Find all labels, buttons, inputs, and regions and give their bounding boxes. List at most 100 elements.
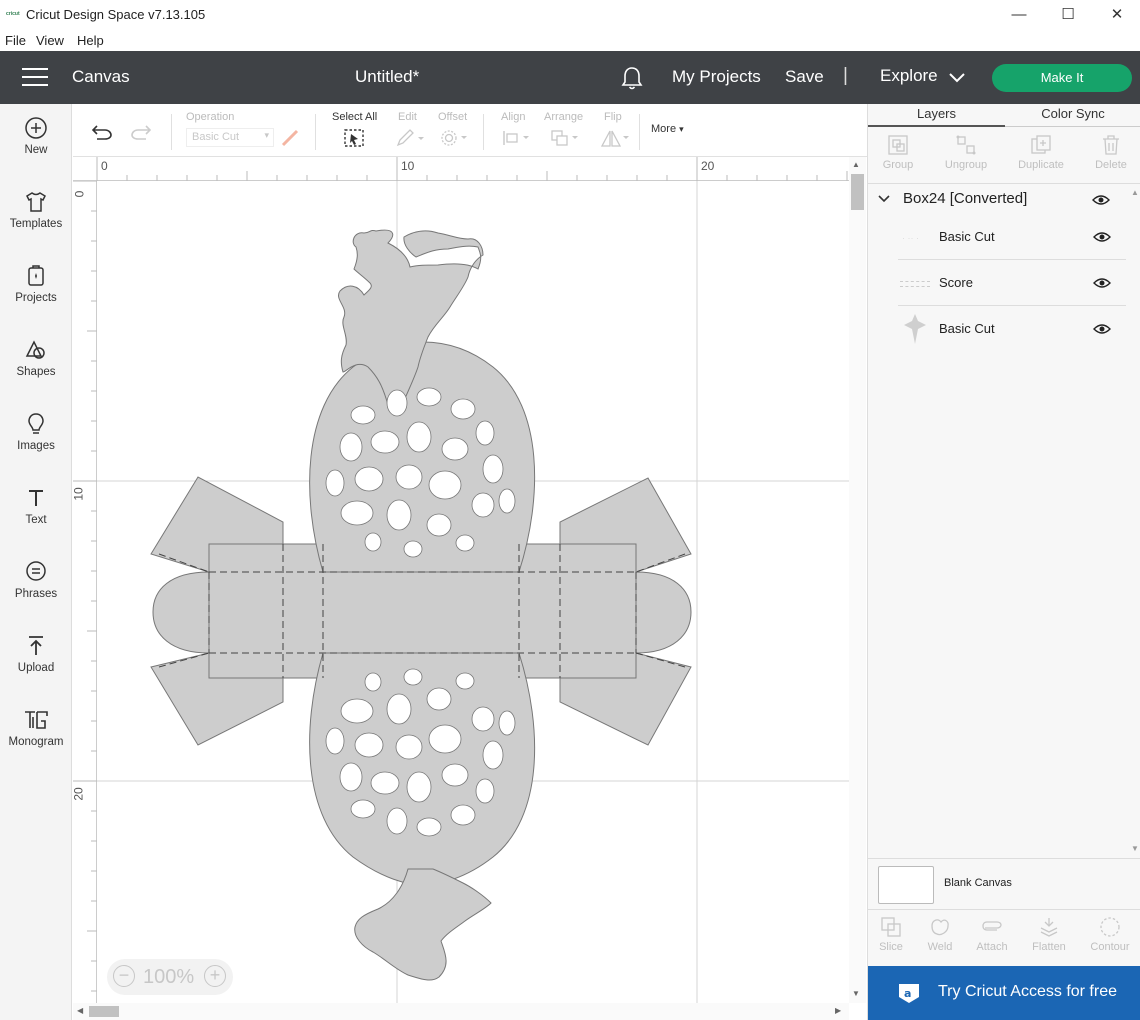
pen-color-icon[interactable]	[280, 128, 300, 148]
sidebar-item-projects[interactable]: Projects	[0, 264, 72, 324]
sidebar-item-images[interactable]: Images	[0, 412, 72, 472]
sidebar-item-new[interactable]: New	[0, 116, 72, 176]
chevron-down-icon[interactable]	[948, 70, 966, 84]
select-all-icon[interactable]	[343, 128, 365, 148]
layers-panel: Layers Color Sync Group Ungroup Duplicat…	[867, 104, 1140, 1020]
canvas-vertical-scrollbar[interactable]: ▲ ▼	[849, 157, 866, 1003]
menu-view[interactable]: View	[36, 33, 64, 48]
sidebar-item-label: Images	[17, 440, 55, 452]
flatten-button[interactable]: Flatten	[1024, 916, 1074, 953]
sidebar-item-label: Monogram	[8, 736, 64, 748]
layer-group-row[interactable]: Box24 [Converted]	[868, 186, 1126, 212]
group-label: Group	[882, 159, 914, 171]
layer-name: Basic Cut	[939, 229, 995, 244]
blank-canvas-label: Blank Canvas	[944, 877, 1012, 889]
app-logo: cricut	[6, 11, 20, 17]
weld-button[interactable]: Weld	[915, 916, 965, 953]
delete-button[interactable]: Delete	[1081, 134, 1140, 171]
toolbar-divider	[315, 114, 316, 150]
scroll-up-arrow-icon[interactable]: ▲	[852, 160, 860, 169]
scroll-right-arrow-icon[interactable]: ▶	[835, 1006, 841, 1015]
close-button[interactable]: ✕	[1094, 4, 1140, 26]
edit-pencil-icon[interactable]	[395, 129, 425, 147]
flip-icon[interactable]	[599, 129, 631, 147]
scroll-thumb[interactable]	[89, 1006, 119, 1017]
layer-thumbnail	[900, 281, 930, 287]
header-divider: |	[843, 65, 848, 86]
eye-icon[interactable]	[1093, 277, 1111, 289]
tab-color-sync[interactable]: Color Sync	[1005, 104, 1140, 127]
layer-row[interactable]: · ·· · Basic Cut	[898, 215, 1126, 260]
eye-icon[interactable]	[1092, 194, 1110, 206]
design-canvas[interactable]: 0 10 20 0 10 20 − 100% +	[73, 157, 849, 1003]
explore-dropdown[interactable]: Explore	[880, 66, 938, 86]
panel-scroll-down-icon[interactable]: ▼	[1131, 844, 1139, 853]
align-label: Align	[501, 111, 526, 123]
eye-icon[interactable]	[1093, 231, 1111, 243]
sidebar-item-shapes[interactable]: Shapes	[0, 338, 72, 398]
attach-button[interactable]: Attach	[967, 916, 1017, 953]
hamburger-menu-icon[interactable]	[22, 68, 48, 86]
left-sidebar: New Templates Projects Shapes Images Tex…	[0, 104, 72, 1020]
group-button[interactable]: Group	[868, 134, 928, 171]
tab-layers[interactable]: Layers	[868, 104, 1005, 127]
chevron-down-icon[interactable]	[878, 194, 890, 204]
maximize-button[interactable]: ☐	[1045, 4, 1091, 26]
undo-icon[interactable]	[91, 124, 113, 140]
offset-icon[interactable]	[439, 129, 469, 147]
redo-icon[interactable]	[130, 124, 152, 140]
scroll-thumb[interactable]	[851, 174, 864, 210]
bottom-lady-silhouette	[354, 868, 492, 981]
sidebar-item-monogram[interactable]: Monogram	[0, 708, 72, 768]
select-all-label[interactable]: Select All	[332, 111, 377, 123]
menu-file[interactable]: File	[5, 33, 26, 48]
text-icon	[29, 490, 43, 506]
toolbar-divider	[171, 114, 172, 150]
slice-button[interactable]: Slice	[866, 916, 916, 953]
align-icon[interactable]	[501, 129, 531, 147]
my-projects-link[interactable]: My Projects	[672, 67, 761, 87]
blank-canvas-row[interactable]: Blank Canvas	[868, 859, 1140, 909]
sidebar-item-text[interactable]: Text	[0, 486, 72, 546]
canvas-swatch[interactable]	[878, 866, 934, 904]
attach-icon	[982, 921, 1002, 931]
panel-divider	[868, 183, 1140, 184]
operation-label: Operation	[186, 111, 235, 123]
tshirt-icon	[26, 192, 46, 212]
menu-help[interactable]: Help	[77, 33, 104, 48]
edit-label: Edit	[398, 111, 417, 123]
toolbar-divider	[639, 114, 640, 150]
cricut-access-banner[interactable]: a Try Cricut Access for free	[868, 966, 1140, 1020]
arrange-icon[interactable]	[550, 129, 580, 147]
layer-row[interactable]: Basic Cut	[898, 307, 1126, 352]
left-round-flap	[152, 571, 210, 654]
sidebar-item-phrases[interactable]: Phrases	[0, 560, 72, 620]
layer-row[interactable]: Score	[898, 261, 1126, 306]
zoom-out-button[interactable]: −	[113, 965, 135, 987]
zoom-in-button[interactable]: +	[204, 965, 226, 987]
operation-select[interactable]: Basic Cut ▾	[186, 128, 274, 147]
ungroup-button[interactable]: Ungroup	[936, 134, 996, 171]
box-template-design[interactable]	[73, 157, 849, 1003]
more-menu[interactable]: More ▾	[651, 123, 684, 135]
scroll-down-arrow-icon[interactable]: ▼	[852, 989, 860, 998]
sidebar-item-upload[interactable]: Upload	[0, 634, 72, 694]
zoom-control: − 100% +	[107, 959, 233, 995]
make-it-button[interactable]: Make It	[992, 64, 1132, 92]
layer-name: Score	[939, 275, 973, 290]
section-title: Canvas	[72, 67, 130, 86]
sidebar-item-templates[interactable]: Templates	[0, 190, 72, 250]
edit-toolbar: Operation Basic Cut ▾ Select All Edit Of…	[73, 104, 867, 157]
duplicate-button[interactable]: Duplicate	[1011, 134, 1071, 171]
sidebar-item-label: Shapes	[16, 366, 56, 378]
save-button[interactable]: Save	[785, 67, 824, 87]
canvas-horizontal-scrollbar[interactable]: ◀ ▶	[73, 1003, 849, 1020]
projects-icon	[28, 265, 44, 286]
panel-scroll-up-icon[interactable]: ▲	[1131, 188, 1139, 197]
minimize-button[interactable]: —	[996, 4, 1042, 26]
bell-icon[interactable]	[620, 65, 644, 91]
duplicate-icon	[1031, 135, 1051, 154]
eye-icon[interactable]	[1093, 323, 1111, 335]
scroll-left-arrow-icon[interactable]: ◀	[77, 1006, 83, 1015]
contour-button[interactable]: Contour	[1085, 916, 1135, 953]
